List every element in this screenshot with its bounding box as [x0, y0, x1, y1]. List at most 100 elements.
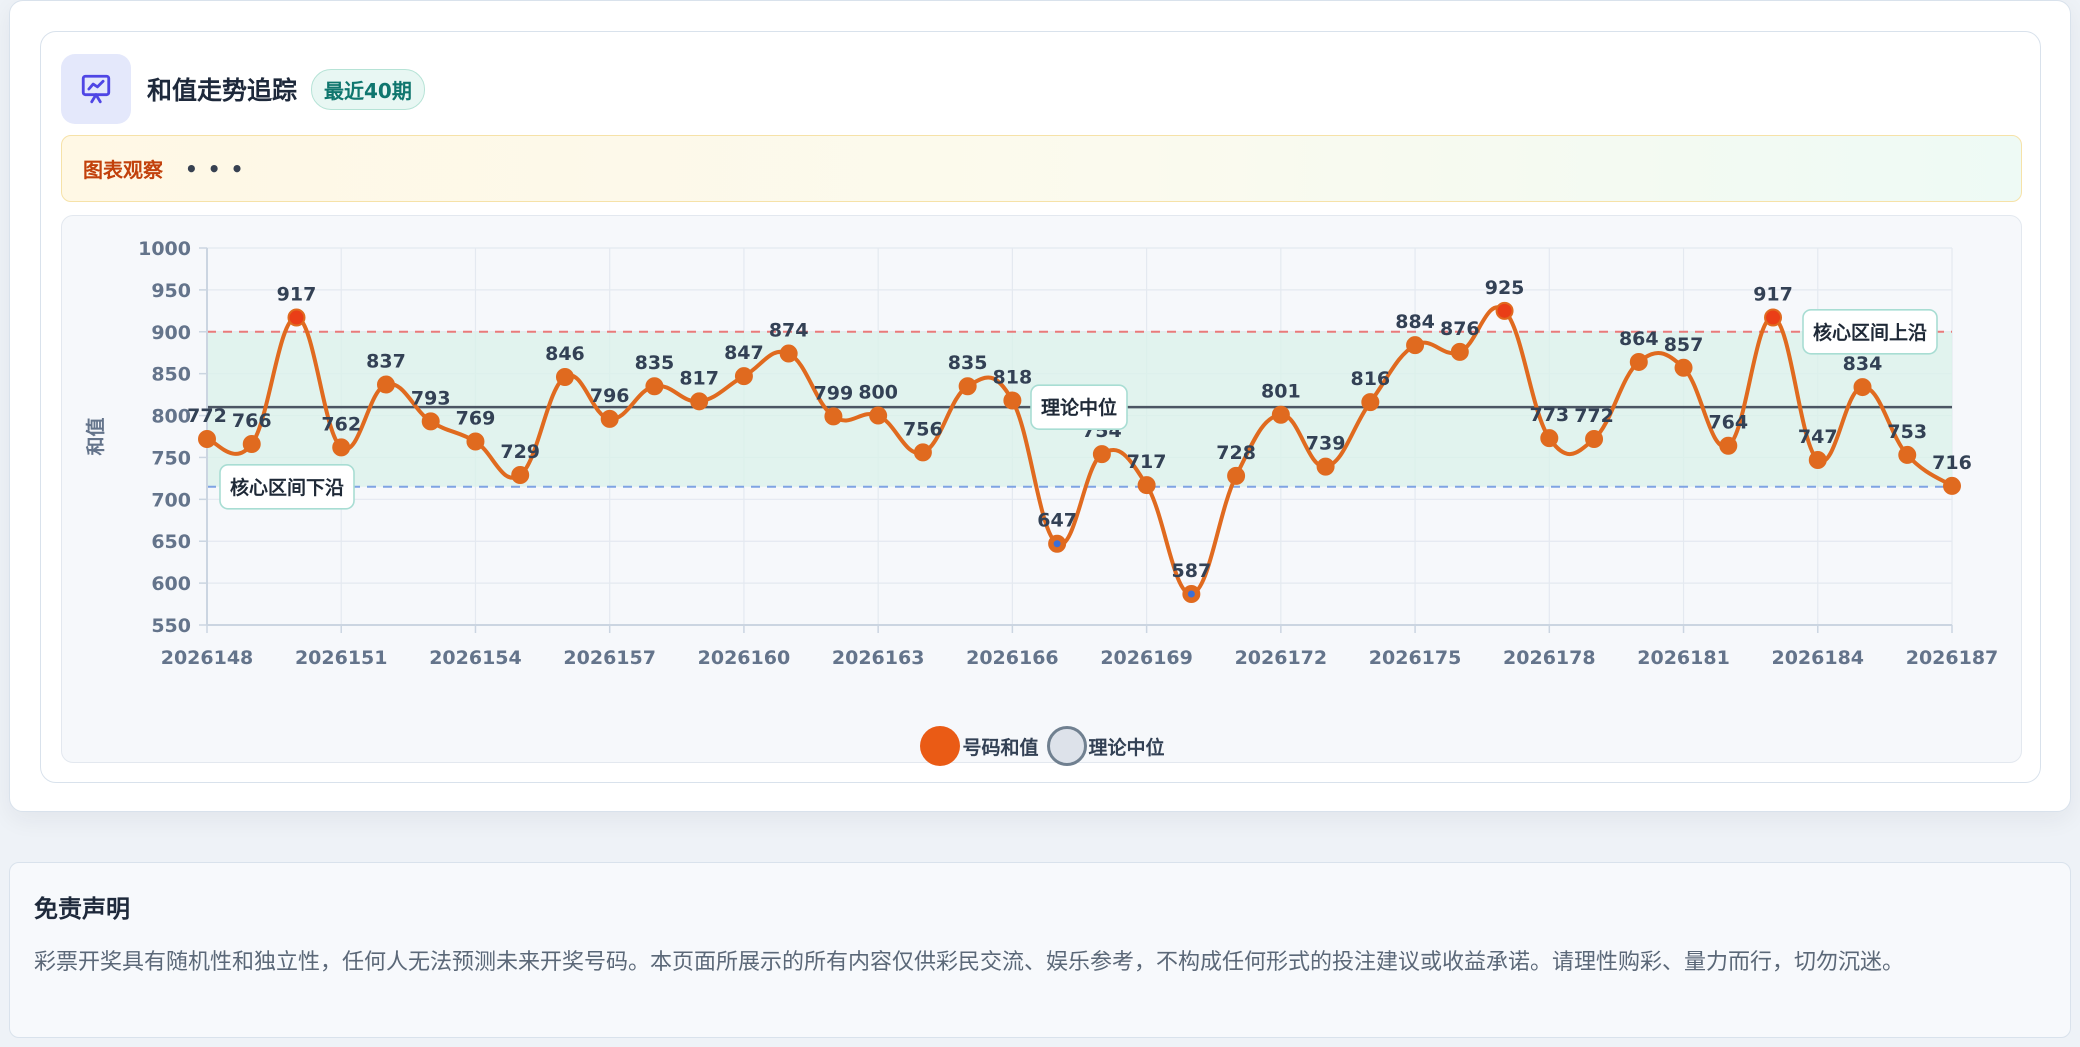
x-tick-label: 2026160	[698, 647, 791, 669]
sum-data-point	[1271, 405, 1290, 424]
sum-value-label: 728	[1216, 442, 1256, 464]
sum-data-point	[1227, 466, 1246, 485]
x-tick-label: 2026157	[563, 647, 656, 669]
sum-data-point	[1540, 429, 1559, 448]
observation-label: 图表观察	[83, 158, 163, 182]
sum-data-point	[1853, 378, 1872, 397]
y-tick-label: 850	[151, 364, 191, 386]
chart-card: 和值走势追踪 最近40期 图表观察 ••• 550 600 650 700 750 800…	[9, 0, 2071, 812]
sum-value-label: 835	[635, 352, 675, 374]
sum-value-label: 796	[590, 385, 630, 407]
x-tick-label: 2026154	[429, 647, 522, 669]
x-tick-label: 2026184	[1771, 647, 1864, 669]
sum-data-point	[1361, 393, 1380, 412]
sum-data-point	[1674, 358, 1693, 377]
sum-trend-chart: 550 600 650 700 750 800 850 900 950 1000 2026148 20…	[84, 238, 1999, 669]
y-tick-label: 600	[151, 573, 191, 595]
sum-value-label: 884	[1395, 311, 1435, 333]
legend-label-median: 理论中位	[1088, 736, 1165, 759]
chart-panel: 和值走势追踪 最近40期 图表观察 ••• 550 600 650 700 750 800…	[40, 31, 2041, 783]
sum-value-label: 587	[1172, 560, 1212, 582]
x-tick-label: 2026166	[966, 647, 1059, 669]
sum-value-label: 800	[858, 382, 898, 404]
sum-data-point	[690, 392, 709, 411]
low-point-marker	[1053, 540, 1061, 548]
legend-item-sum[interactable]: 号码和值	[920, 726, 1039, 766]
sum-value-label: 816	[1350, 368, 1390, 390]
y-tick-label: 1000	[138, 238, 191, 260]
median-annotation-label: 理论中位	[1041, 396, 1117, 419]
chart-area: 550 600 650 700 750 800 850 900 950 1000 2026148 20…	[61, 215, 2022, 766]
sum-data-point	[824, 407, 843, 426]
sum-data-point	[511, 466, 530, 485]
x-tick-label: 2026175	[1369, 647, 1462, 669]
sum-value-label: 917	[277, 284, 317, 306]
disclaimer-body: 彩票开奖具有随机性和独立性，任何人无法预测未来开奖号码。本页面所展示的所有内容仅…	[34, 950, 1905, 975]
sum-data-point	[645, 377, 664, 396]
sum-data-point	[198, 430, 216, 449]
sum-data-point	[1092, 445, 1111, 464]
sum-value-label: 769	[456, 408, 496, 430]
sum-value-label: 837	[366, 351, 406, 373]
sum-data-point	[242, 435, 261, 454]
observation-bar[interactable]: 图表观察 •••	[61, 135, 2022, 202]
sum-data-point	[1585, 430, 1604, 449]
x-tick-label: 2026187	[1906, 647, 1999, 669]
sum-value-label: 925	[1485, 277, 1525, 299]
legend-swatch-sum	[920, 726, 961, 766]
sum-value-label: 847	[724, 342, 764, 364]
sum-value-label: 876	[1440, 318, 1480, 340]
sum-data-point	[1450, 342, 1469, 361]
sum-value-label: 799	[814, 382, 854, 404]
x-tick-label: 2026172	[1235, 647, 1328, 669]
chart-header: 和值走势追踪 最近40期	[61, 54, 425, 124]
x-tick-label: 2026169	[1100, 647, 1193, 669]
y-tick-label: 900	[151, 322, 191, 344]
presentation-chart-icon	[61, 54, 131, 124]
sum-data-point	[869, 406, 888, 425]
legend-swatch-median	[1046, 726, 1087, 766]
sum-value-label: 834	[1843, 353, 1883, 375]
legend-item-median[interactable]: 理论中位	[1046, 726, 1165, 766]
sum-value-label: 753	[1887, 421, 1927, 443]
sum-value-label: 835	[948, 352, 988, 374]
sum-data-point	[1943, 476, 1961, 495]
y-tick-label: 700	[151, 489, 191, 511]
sum-data-point	[555, 368, 574, 387]
sum-data-point	[1003, 391, 1022, 410]
legend-label-sum: 号码和值	[962, 736, 1039, 759]
y-axis-title: 和值	[84, 417, 107, 455]
sum-value-label: 766	[232, 410, 272, 432]
upper-bound-annotation-label: 核心区间上沿	[1813, 321, 1927, 344]
y-tick-label: 800	[151, 406, 191, 428]
lower-bound-annotation-label: 核心区间下沿	[230, 476, 344, 499]
sum-value-label: 772	[1574, 405, 1614, 427]
x-tick-label: 2026178	[1503, 647, 1596, 669]
sum-data-point	[376, 375, 395, 394]
sum-data-point	[287, 308, 306, 327]
sum-value-label: 762	[321, 413, 361, 435]
sum-value-label: 739	[1306, 433, 1346, 455]
sum-value-label: 817	[679, 367, 719, 389]
y-tick-label: 550	[151, 615, 191, 637]
sum-data-point	[1495, 301, 1514, 320]
observation-more-icon[interactable]: •••	[185, 157, 253, 181]
sum-data-point	[958, 377, 977, 396]
sum-value-label: 716	[1932, 452, 1972, 474]
sum-data-point	[734, 367, 753, 386]
chart-legend: 号码和值 理论中位	[62, 724, 2023, 768]
sum-value-label: 818	[993, 366, 1033, 388]
sum-data-point	[1898, 445, 1917, 464]
x-tick-label: 2026148	[161, 647, 254, 669]
x-tick-label: 2026151	[295, 647, 388, 669]
sum-data-point	[1316, 457, 1335, 476]
sum-data-point	[421, 412, 440, 431]
sum-value-label: 772	[187, 405, 227, 427]
disclaimer-title: 免责声明	[34, 895, 130, 923]
sum-data-point	[1406, 336, 1425, 355]
sum-value-label: 917	[1753, 284, 1793, 306]
sum-data-point	[600, 409, 619, 428]
sum-data-point	[332, 438, 351, 457]
x-tick-label: 2026181	[1637, 647, 1730, 669]
sum-value-label: 729	[500, 441, 540, 463]
